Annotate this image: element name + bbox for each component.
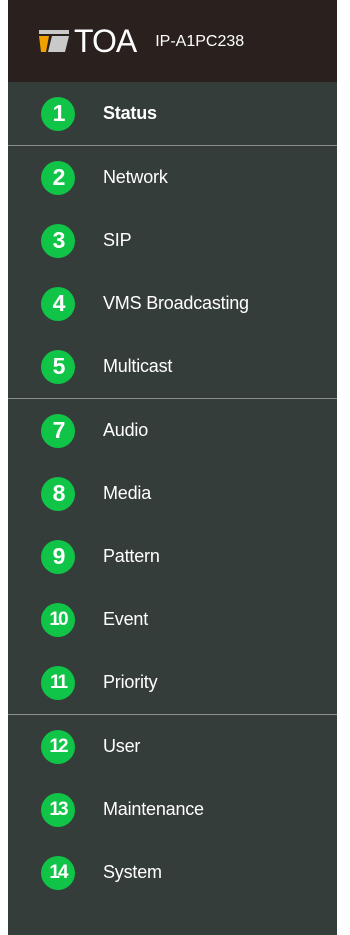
sidebar-header: TOA IP-A1PC238 — [8, 0, 337, 82]
menu-item-label: Maintenance — [103, 799, 204, 819]
toa-logo-icon — [39, 30, 69, 52]
number-badge-icon: 11 — [41, 665, 75, 700]
menu-item-pattern[interactable]: 9 Pattern — [8, 525, 337, 588]
number-badge-icon: 1 — [41, 96, 75, 131]
menu-item-label: Audio — [103, 420, 149, 440]
menu-item-label: Event — [103, 609, 149, 629]
menu-list: 1 Status 2 Network 3 SIP 4 VMS Broadcasting 5 Mul… — [8, 82, 337, 904]
number-badge-icon: 8 — [41, 476, 75, 511]
device-model: IP-A1PC238 — [155, 33, 245, 50]
menu-group: 12 User 13 Maintenance 14 System — [8, 715, 337, 904]
menu-item-label: Media — [103, 483, 152, 503]
menu-item-audio[interactable]: 7 Audio — [8, 399, 337, 462]
brand-name: TOA — [74, 23, 137, 59]
menu-item-media[interactable]: 8 Media — [8, 462, 337, 525]
menu-item-event[interactable]: 10 Event — [8, 588, 337, 651]
brand-logo[interactable]: TOA — [39, 23, 137, 59]
number-badge-icon: 7 — [41, 413, 75, 448]
menu-item-label: User — [103, 736, 141, 756]
menu-item-label: Multicast — [103, 356, 173, 376]
menu-item-label: Priority — [103, 672, 158, 692]
menu-item-sip[interactable]: 3 SIP — [8, 209, 337, 272]
menu-item-label: Network — [103, 167, 168, 187]
number-badge-icon: 9 — [41, 539, 75, 574]
sidebar: TOA IP-A1PC238 1 Status 2 Network 3 SIP 4 VMS B… — [8, 0, 337, 935]
number-badge-icon: 12 — [41, 729, 75, 764]
number-badge-icon: 4 — [41, 286, 75, 321]
menu-item-priority[interactable]: 11 Priority — [8, 651, 337, 714]
menu-item-system[interactable]: 14 System — [8, 841, 337, 904]
number-badge-icon: 13 — [41, 792, 75, 827]
menu-item-label: VMS Broadcasting — [103, 293, 249, 313]
menu-item-label: SIP — [103, 230, 132, 250]
menu-item-network[interactable]: 2 Network — [8, 146, 337, 209]
number-badge-icon: 2 — [41, 160, 75, 195]
menu-item-label: Pattern — [103, 546, 160, 566]
number-badge-icon: 14 — [41, 855, 75, 890]
menu-item-user[interactable]: 12 User — [8, 715, 337, 778]
number-badge-icon: 10 — [41, 602, 75, 637]
menu-item-multicast[interactable]: 5 Multicast — [8, 335, 337, 398]
menu-item-maintenance[interactable]: 13 Maintenance — [8, 778, 337, 841]
number-badge-icon: 5 — [41, 349, 75, 384]
menu-item-label: Status — [103, 103, 157, 123]
number-badge-icon: 3 — [41, 223, 75, 258]
menu-group: 7 Audio 8 Media 9 Pattern 10 Event 11 Priority — [8, 399, 337, 715]
menu-group: 1 Status — [8, 82, 337, 146]
menu-item-status[interactable]: 1 Status — [8, 82, 337, 145]
menu-group: 2 Network 3 SIP 4 VMS Broadcasting 5 Multicast — [8, 146, 337, 399]
menu-item-vms-broadcasting[interactable]: 4 VMS Broadcasting — [8, 272, 337, 335]
menu-item-label: System — [103, 862, 162, 882]
